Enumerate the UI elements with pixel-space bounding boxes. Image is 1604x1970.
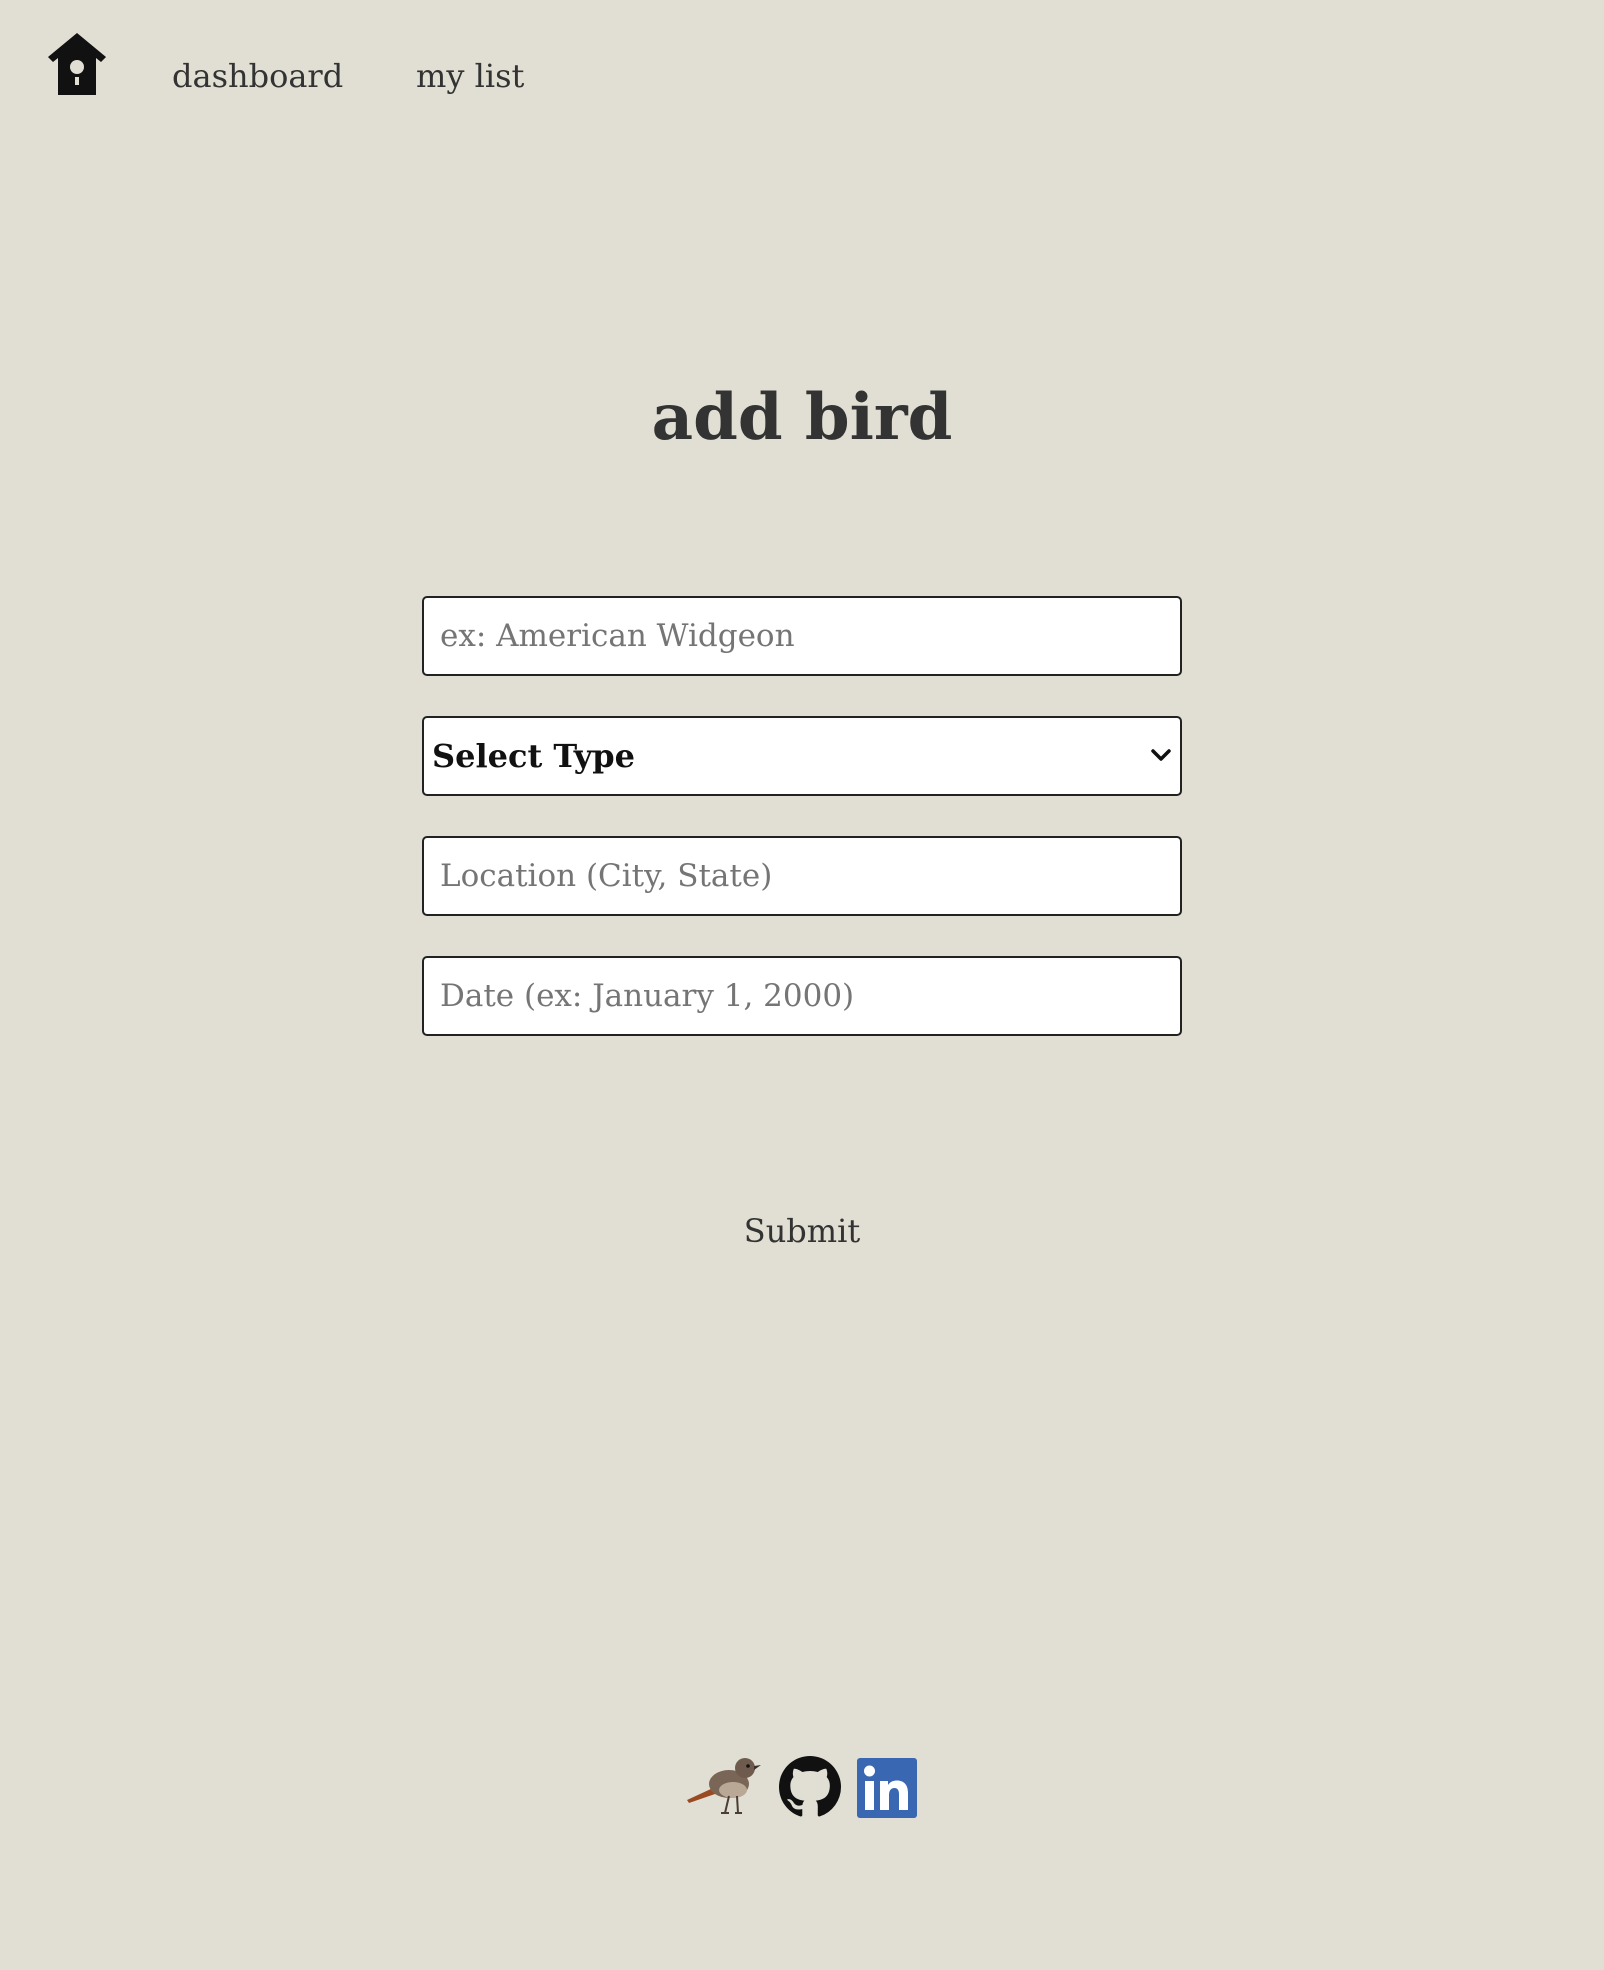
bird-icon[interactable] [685, 1750, 763, 1816]
page-title: add bird [651, 380, 953, 455]
date-input[interactable] [422, 956, 1182, 1036]
linkedin-icon[interactable] [857, 1758, 917, 1818]
birdhouse-icon [46, 31, 108, 97]
home-link[interactable] [46, 31, 108, 97]
bird-type-select[interactable]: Select Type [422, 716, 1182, 796]
nav-my-list-link[interactable]: my list [416, 60, 524, 92]
location-input[interactable] [422, 836, 1182, 916]
top-nav: dashboard my list [0, 0, 1604, 165]
footer [0, 1748, 1604, 1818]
nav-dashboard-link[interactable]: dashboard [172, 60, 343, 92]
add-bird-form: Select Type [422, 596, 1182, 1076]
footer-icon-group [685, 1748, 925, 1818]
bird-name-input[interactable] [422, 596, 1182, 676]
github-icon[interactable] [779, 1756, 841, 1818]
bird-type-select-wrapper: Select Type [422, 716, 1182, 796]
submit-button[interactable]: Submit [0, 1212, 1604, 1250]
